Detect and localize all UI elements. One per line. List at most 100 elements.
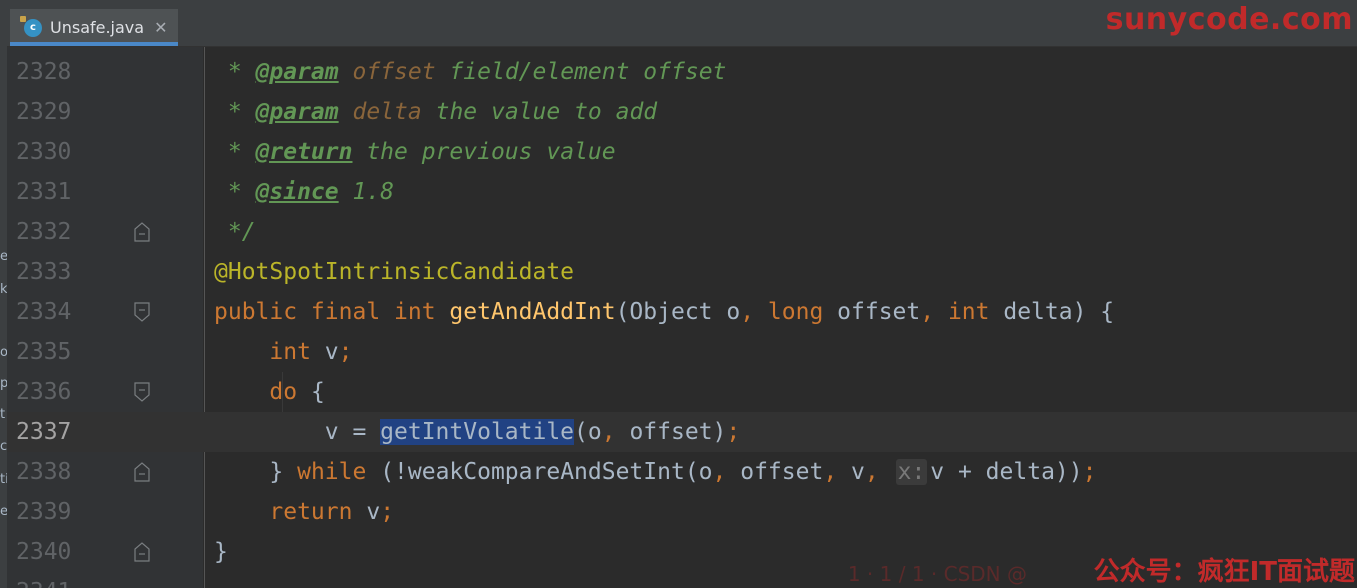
- line-number: 2331: [16, 179, 72, 205]
- code-token: ,: [740, 299, 768, 325]
- code-token: public final int: [214, 299, 450, 325]
- code-token: field/element offset: [435, 59, 727, 85]
- code-token: }: [214, 539, 228, 565]
- line-number: 2339: [16, 499, 72, 525]
- javadoc-tag: @param: [255, 99, 339, 125]
- code-text[interactable]: * @return the previous value: [214, 132, 616, 172]
- code-token: offset: [837, 299, 921, 325]
- watermark-wechat: 公众号：疯狂IT面试题: [1093, 557, 1355, 587]
- code-text[interactable]: } while (!weakCompareAndSetInt(o, offset…: [214, 452, 1096, 492]
- javadoc-tag: @return: [255, 139, 353, 165]
- code-line[interactable]: 2329 * @param delta the value to add: [7, 92, 1357, 132]
- javadoc-tag: @since: [255, 179, 339, 205]
- code-token: *: [214, 59, 256, 85]
- code-text[interactable]: * @since 1.8: [214, 172, 394, 212]
- close-icon[interactable]: ✕: [154, 18, 167, 37]
- watermark-faint: 1 · 1 / 1 · CSDN @: [847, 562, 1027, 586]
- code-token: delta) {: [1003, 299, 1115, 325]
- code-token: {: [310, 379, 325, 405]
- code-text[interactable]: }: [214, 532, 228, 572]
- code-token: (!weakCompareAndSetInt(o: [380, 459, 713, 485]
- fold-end-icon[interactable]: [134, 222, 150, 242]
- line-number: 2337: [16, 419, 72, 445]
- code-token: v: [366, 499, 381, 525]
- code-line[interactable]: 2337 v = getIntVolatile(o, offset);: [7, 412, 1357, 452]
- code-text[interactable]: v = getIntVolatile(o, offset);: [214, 412, 740, 452]
- project-panel-glyph: p: [0, 377, 7, 391]
- fold-end-icon[interactable]: [134, 462, 150, 482]
- code-line[interactable]: 2339 return v;: [7, 492, 1357, 532]
- code-token: long: [767, 299, 838, 325]
- line-number: 2330: [16, 139, 72, 165]
- code-token: ;: [338, 339, 353, 365]
- project-panel-glyph: ti: [0, 473, 7, 487]
- code-token: offset): [629, 419, 727, 445]
- code-token: return: [269, 499, 367, 525]
- parameter-hint: x:: [895, 459, 928, 485]
- active-tab-indicator: [10, 42, 178, 46]
- code-token: offset: [740, 459, 824, 485]
- code-token: (o: [574, 419, 602, 445]
- code-token: ,: [823, 459, 852, 485]
- code-token: ;: [380, 499, 395, 525]
- code-line[interactable]: 2333 @HotSpotIntrinsicCandidate: [7, 252, 1357, 292]
- tab-unsafe-java[interactable]: c Unsafe.java ✕: [10, 9, 178, 46]
- code-token: while: [297, 459, 381, 485]
- code-text[interactable]: */: [214, 212, 256, 252]
- code-editor[interactable]: 2328 * @param offset field/element offse…: [7, 47, 1357, 588]
- line-number: 2336: [16, 379, 72, 405]
- line-number: 2335: [16, 339, 72, 365]
- code-token: delta: [352, 99, 422, 125]
- code-token: int: [269, 339, 325, 365]
- line-number: 2328: [16, 59, 72, 85]
- indent-guide: [282, 372, 283, 412]
- editor-tab-bar: c Unsafe.java ✕ sunycode.com: [7, 0, 1357, 47]
- code-text[interactable]: return v;: [214, 492, 394, 532]
- line-number: 2332: [16, 219, 72, 245]
- code-token: ,: [712, 459, 741, 485]
- code-token: v: [851, 459, 865, 485]
- code-token: do: [269, 379, 311, 405]
- code-token: the previous value: [352, 139, 616, 165]
- code-text[interactable]: @HotSpotIntrinsicCandidate: [214, 252, 574, 292]
- code-line[interactable]: 2334 public final int getAndAddInt(Object…: [7, 292, 1357, 332]
- code-line[interactable]: 2335 int v;: [7, 332, 1357, 372]
- line-number: 2334: [16, 299, 72, 325]
- line-number: 2341: [16, 572, 96, 588]
- project-panel-glyph: e: [0, 250, 7, 264]
- code-line[interactable]: 2330 * @return the previous value: [7, 132, 1357, 172]
- code-line[interactable]: 2336 do {: [7, 372, 1357, 412]
- code-text[interactable]: * @param offset field/element offset: [214, 52, 727, 92]
- fold-start-icon[interactable]: [134, 302, 150, 322]
- lock-icon: [20, 15, 26, 22]
- code-line[interactable]: 2328 * @param offset field/element offse…: [7, 52, 1357, 92]
- code-line[interactable]: 2338 } while (!weakCompareAndSetInt(o, o…: [7, 452, 1357, 492]
- line-number: 2338: [16, 459, 72, 485]
- code-text[interactable]: public final int getAndAddInt(Object o, …: [214, 292, 1114, 332]
- selected-method-name: getIntVolatile: [380, 419, 575, 445]
- project-panel-glyph: o: [0, 346, 7, 360]
- code-text[interactable]: do {: [214, 372, 325, 412]
- code-token: */: [214, 219, 256, 245]
- code-token: offset: [352, 59, 436, 85]
- code-line[interactable]: 2331 * @since 1.8: [7, 172, 1357, 212]
- code-token: (Object o: [615, 299, 741, 325]
- javadoc-tag: @param: [255, 59, 339, 85]
- code-token: ;: [726, 419, 741, 445]
- code-text[interactable]: int v;: [214, 332, 353, 372]
- code-token: ,: [864, 459, 893, 485]
- fold-start-icon[interactable]: [134, 382, 150, 402]
- code-token: v + delta)): [930, 459, 1083, 485]
- fold-end-icon[interactable]: [134, 542, 150, 562]
- code-token: the value to add: [421, 99, 658, 125]
- code-token: }: [214, 459, 298, 485]
- code-text[interactable]: * @param delta the value to add: [214, 92, 657, 132]
- code-line[interactable]: 2332 */: [7, 212, 1357, 252]
- code-token: int: [947, 299, 1004, 325]
- project-panel-glyph: e: [0, 505, 7, 519]
- java-class-icon: c: [20, 15, 42, 37]
